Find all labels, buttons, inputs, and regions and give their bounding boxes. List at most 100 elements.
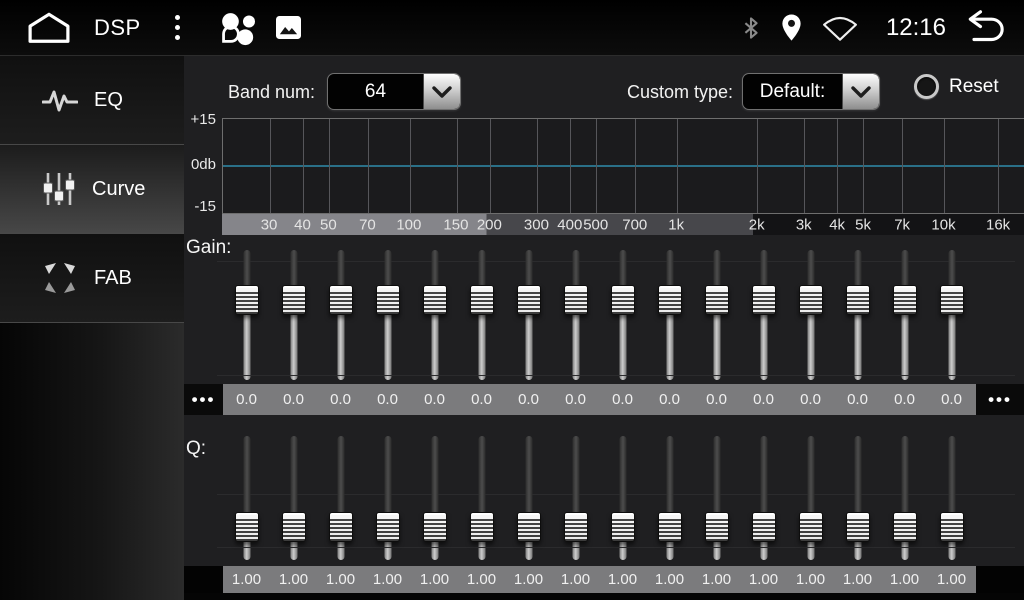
slider-thumb[interactable] xyxy=(658,512,682,542)
q-slider-14[interactable] xyxy=(834,436,881,560)
gain-slider-16[interactable] xyxy=(928,250,975,380)
reset-label: Reset xyxy=(949,76,999,98)
gridline xyxy=(303,119,304,213)
slider-track-lower xyxy=(948,315,955,380)
q-slider-16[interactable] xyxy=(928,436,975,560)
chevron-down-icon[interactable] xyxy=(423,74,460,109)
freq-tick-label: 200 xyxy=(477,216,502,233)
y-tick-label: -15 xyxy=(176,198,216,215)
slider-thumb[interactable] xyxy=(329,512,353,542)
q-slider-12[interactable] xyxy=(740,436,787,560)
gain-slider-9[interactable] xyxy=(599,250,646,380)
overflow-menu-icon[interactable] xyxy=(167,11,188,44)
sidebar-item-fab[interactable]: FAB xyxy=(0,234,184,323)
gain-value: 0.0 xyxy=(505,391,552,408)
slider-thumb[interactable] xyxy=(940,285,964,315)
gain-slider-12[interactable] xyxy=(740,250,787,380)
apps-clover-icon[interactable] xyxy=(218,9,255,46)
gain-value: 0.0 xyxy=(223,391,270,408)
custom-type-dropdown[interactable]: Default: xyxy=(742,73,880,110)
slider-thumb[interactable] xyxy=(282,512,306,542)
slider-track-lower xyxy=(760,315,767,380)
slider-thumb[interactable] xyxy=(799,512,823,542)
slider-track-upper xyxy=(713,436,720,514)
slider-thumb[interactable] xyxy=(517,512,541,542)
slider-thumb[interactable] xyxy=(470,285,494,315)
gain-slider-1[interactable] xyxy=(223,250,270,380)
gain-slider-10[interactable] xyxy=(646,250,693,380)
freq-tick-label: 10k xyxy=(931,216,955,233)
slider-thumb[interactable] xyxy=(893,285,917,315)
gridline xyxy=(490,119,491,213)
slider-thumb[interactable] xyxy=(423,285,447,315)
q-value: 1.00 xyxy=(599,571,646,588)
slider-thumb[interactable] xyxy=(611,285,635,315)
slider-thumb[interactable] xyxy=(282,285,306,315)
gain-more-left-button[interactable]: ••• xyxy=(184,384,223,415)
q-slider-11[interactable] xyxy=(693,436,740,560)
slider-thumb[interactable] xyxy=(940,512,964,542)
gain-slider-8[interactable] xyxy=(552,250,599,380)
slider-thumb[interactable] xyxy=(705,512,729,542)
slider-thumb[interactable] xyxy=(235,285,259,315)
freq-tick-label: 100 xyxy=(396,216,421,233)
slider-thumb[interactable] xyxy=(470,512,494,542)
slider-thumb[interactable] xyxy=(564,512,588,542)
gridline xyxy=(944,119,945,213)
q-slider-6[interactable] xyxy=(458,436,505,560)
home-icon[interactable] xyxy=(26,11,72,45)
slider-thumb[interactable] xyxy=(705,285,729,315)
slider-thumb[interactable] xyxy=(846,285,870,315)
slider-thumb[interactable] xyxy=(376,285,400,315)
slider-thumb[interactable] xyxy=(611,512,635,542)
gain-slider-2[interactable] xyxy=(270,250,317,380)
gain-slider-11[interactable] xyxy=(693,250,740,380)
slider-thumb[interactable] xyxy=(799,285,823,315)
slider-thumb[interactable] xyxy=(752,285,776,315)
gain-more-right-button[interactable]: ••• xyxy=(976,384,1024,415)
gain-slider-3[interactable] xyxy=(317,250,364,380)
slider-thumb[interactable] xyxy=(517,285,541,315)
q-value: 1.00 xyxy=(317,571,364,588)
slider-track-lower xyxy=(619,315,626,380)
gridline xyxy=(329,119,330,213)
q-slider-3[interactable] xyxy=(317,436,364,560)
gain-slider-4[interactable] xyxy=(364,250,411,380)
slider-thumb[interactable] xyxy=(846,512,870,542)
slider-thumb[interactable] xyxy=(376,512,400,542)
slider-thumb[interactable] xyxy=(564,285,588,315)
gain-slider-7[interactable] xyxy=(505,250,552,380)
gain-slider-15[interactable] xyxy=(881,250,928,380)
gain-slider-6[interactable] xyxy=(458,250,505,380)
back-icon[interactable] xyxy=(962,9,1010,46)
q-slider-7[interactable] xyxy=(505,436,552,560)
q-slider-9[interactable] xyxy=(599,436,646,560)
sidebar-item-eq[interactable]: EQ xyxy=(0,56,184,145)
q-slider-5[interactable] xyxy=(411,436,458,560)
sidebar: EQ Curve xyxy=(0,56,184,600)
gain-value: 0.0 xyxy=(646,391,693,408)
slider-thumb[interactable] xyxy=(752,512,776,542)
gain-slider-13[interactable] xyxy=(787,250,834,380)
sidebar-item-curve[interactable]: Curve xyxy=(0,145,184,234)
reset-radio-icon[interactable] xyxy=(914,74,939,99)
q-slider-8[interactable] xyxy=(552,436,599,560)
slider-thumb[interactable] xyxy=(423,512,447,542)
q-slider-10[interactable] xyxy=(646,436,693,560)
reset-button[interactable]: Reset xyxy=(914,74,999,99)
slider-thumb[interactable] xyxy=(658,285,682,315)
gallery-icon[interactable] xyxy=(275,15,302,40)
q-slider-2[interactable] xyxy=(270,436,317,560)
slider-thumb[interactable] xyxy=(235,512,259,542)
custom-type-label: Custom type: xyxy=(627,82,733,103)
gain-slider-5[interactable] xyxy=(411,250,458,380)
q-slider-1[interactable] xyxy=(223,436,270,560)
q-slider-4[interactable] xyxy=(364,436,411,560)
q-slider-15[interactable] xyxy=(881,436,928,560)
band-num-dropdown[interactable]: 64 xyxy=(327,73,461,110)
chevron-down-icon[interactable] xyxy=(842,74,879,109)
gain-slider-14[interactable] xyxy=(834,250,881,380)
q-slider-13[interactable] xyxy=(787,436,834,560)
slider-thumb[interactable] xyxy=(893,512,917,542)
slider-thumb[interactable] xyxy=(329,285,353,315)
